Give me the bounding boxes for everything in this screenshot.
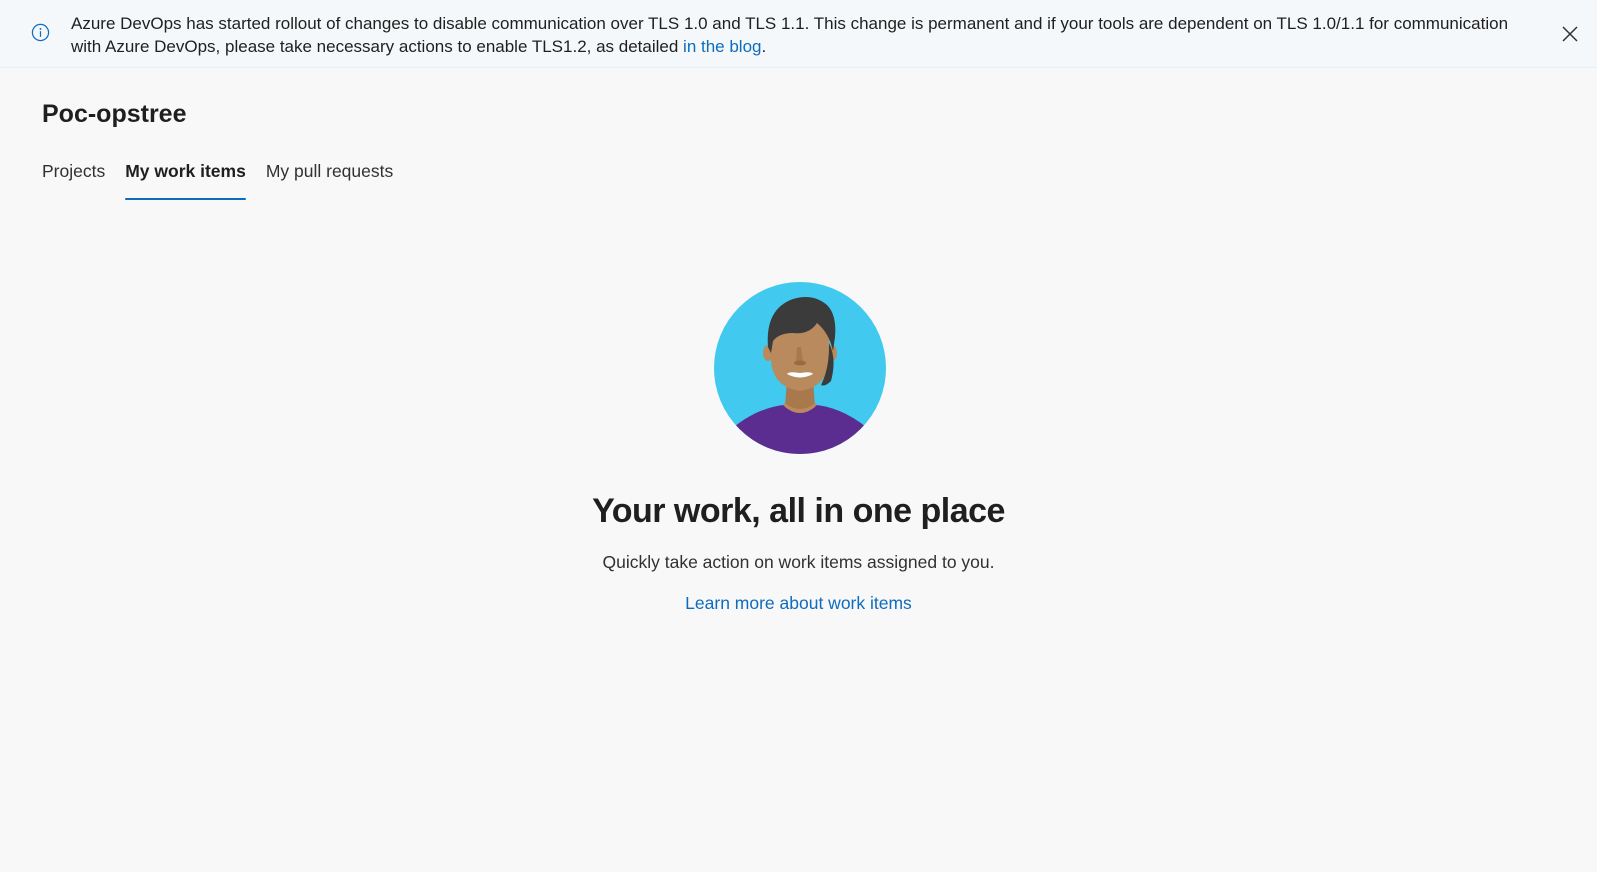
tab-my-pull-requests[interactable]: My pull requests — [256, 158, 403, 200]
tls-notification-banner: Azure DevOps has started rollout of chan… — [0, 0, 1597, 68]
close-icon[interactable] — [1561, 25, 1579, 43]
learn-more-container: Learn more about work items — [0, 591, 1597, 615]
banner-message: Azure DevOps has started rollout of chan… — [71, 12, 1521, 58]
tab-projects[interactable]: Projects — [42, 158, 115, 200]
empty-state-description: Quickly take action on work items assign… — [602, 552, 995, 572]
banner-message-text: Azure DevOps has started rollout of chan… — [71, 14, 1509, 56]
blog-link[interactable]: in the blog — [683, 37, 761, 56]
home-tabs: Projects My work items My pull requests — [42, 158, 403, 202]
person-avatar-illustration — [714, 282, 886, 454]
info-icon — [31, 23, 50, 42]
organization-title: Poc-opstree — [42, 100, 187, 128]
empty-state-headline: Your work, all in one place — [592, 492, 1005, 530]
banner-message-trailing: . — [761, 37, 767, 56]
tab-my-work-items[interactable]: My work items — [115, 158, 256, 200]
learn-more-link[interactable]: Learn more about work items — [685, 593, 912, 613]
